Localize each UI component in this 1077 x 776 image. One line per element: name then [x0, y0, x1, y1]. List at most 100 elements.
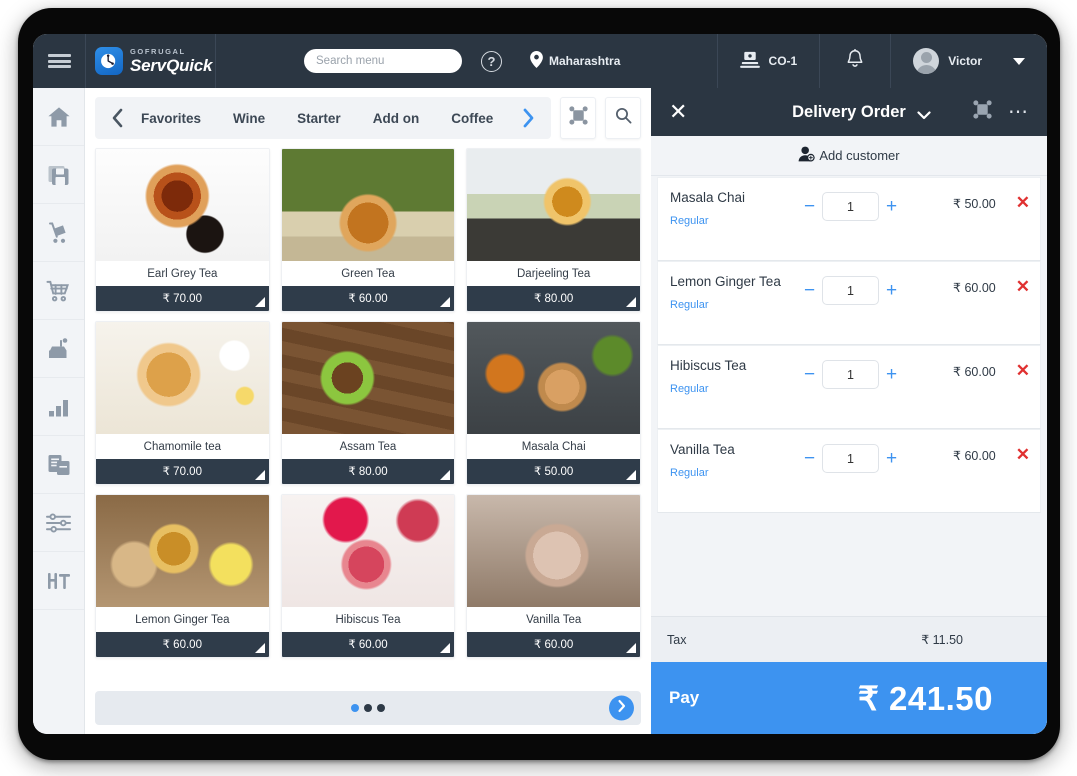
chevron-left-icon[interactable]	[107, 108, 129, 128]
menu-search-button[interactable]	[605, 97, 641, 139]
remove-item-icon[interactable]: ✕	[1016, 445, 1030, 465]
remove-item-icon[interactable]: ✕	[1016, 193, 1030, 213]
order-item-variant[interactable]: Regular	[670, 467, 798, 479]
product-name: Vanilla Tea	[467, 607, 640, 632]
brand-logo[interactable]: GOFRUGAL ServQuick	[85, 34, 216, 88]
tax-label: Tax	[667, 632, 687, 647]
product-image	[96, 322, 269, 434]
product-image	[467, 495, 640, 607]
product-tile[interactable]: Assam Tea ₹ 80.00	[280, 321, 456, 485]
sidebar-item-save[interactable]	[33, 146, 84, 204]
category-coffee[interactable]: Coffee	[435, 111, 509, 126]
counter-selector[interactable]: CO-1	[716, 34, 820, 88]
cash-register-icon	[47, 337, 71, 361]
page-dot-2[interactable]	[364, 704, 372, 712]
product-tile[interactable]: Hibiscus Tea ₹ 60.00	[280, 494, 456, 658]
product-tile[interactable]: Green Tea ₹ 60.00	[280, 148, 456, 312]
more-options-icon[interactable]: ⋯	[1008, 102, 1029, 122]
next-page-button[interactable]	[609, 695, 634, 721]
quantity-stepper: − +	[802, 360, 899, 389]
hamburger-icon[interactable]	[33, 34, 85, 88]
menu-area: Favorites Wine Starter Add on Coffee Ear…	[85, 88, 651, 734]
order-item-row: Masala Chai Regular − + ₹ 50.00 ✕	[657, 177, 1041, 261]
order-type-chevron-down-icon[interactable]	[917, 107, 931, 125]
add-customer-button[interactable]: Add customer	[651, 136, 1047, 176]
sidebar-item-documents[interactable]	[33, 436, 84, 494]
quantity-input[interactable]	[822, 276, 879, 305]
search-input[interactable]	[304, 49, 462, 73]
sidebar-item-settings[interactable]	[33, 494, 84, 552]
user-menu[interactable]: Victor	[890, 34, 1047, 88]
order-item-name: Lemon Ginger Tea	[670, 274, 781, 289]
help-icon[interactable]: ?	[481, 50, 502, 72]
clock-logo-icon	[95, 47, 123, 75]
sidebar-item-reports[interactable]	[33, 378, 84, 436]
sidebar-item-billing[interactable]	[33, 320, 84, 378]
plus-icon[interactable]: +	[884, 281, 899, 300]
close-icon[interactable]: ✕	[669, 101, 687, 123]
order-item-variant[interactable]: Regular	[670, 383, 798, 395]
avatar	[913, 48, 940, 74]
sidebar-item-cart[interactable]	[33, 262, 84, 320]
product-tile[interactable]: Masala Chai ₹ 50.00	[466, 321, 641, 485]
order-item-variant[interactable]: Regular	[670, 299, 798, 311]
category-favorites[interactable]: Favorites	[129, 111, 217, 126]
plus-icon[interactable]: +	[884, 365, 899, 384]
search-icon	[615, 107, 632, 129]
order-item-price: ₹ 60.00	[953, 365, 996, 379]
expand-menu-button[interactable]	[560, 97, 597, 139]
product-tile[interactable]: Lemon Ginger Tea ₹ 60.00	[95, 494, 270, 658]
minus-icon[interactable]: −	[802, 197, 817, 216]
order-item-info: Lemon Ginger Tea Regular	[670, 274, 798, 311]
product-name: Chamomile tea	[96, 434, 269, 459]
minus-icon[interactable]: −	[802, 365, 817, 384]
order-item-price: ₹ 60.00	[953, 449, 996, 463]
category-add-on[interactable]: Add on	[357, 111, 436, 126]
product-tile[interactable]: Vanilla Tea ₹ 60.00	[466, 494, 641, 658]
page-dot-1[interactable]	[351, 704, 359, 712]
product-image	[467, 322, 640, 434]
product-tile[interactable]: Earl Grey Tea ₹ 70.00	[95, 148, 270, 312]
bell-icon	[845, 48, 865, 73]
quantity-input[interactable]	[822, 192, 879, 221]
chevron-right-icon[interactable]	[517, 108, 539, 128]
home-icon	[47, 105, 71, 129]
product-price: ₹ 80.00	[467, 286, 640, 311]
order-item-row: Hibiscus Tea Regular − + ₹ 60.00 ✕	[657, 345, 1041, 429]
product-name: Darjeeling Tea	[467, 261, 640, 286]
product-price: ₹ 60.00	[96, 632, 269, 657]
remove-item-icon[interactable]: ✕	[1016, 277, 1030, 297]
page-dots	[351, 704, 385, 712]
product-price: ₹ 60.00	[281, 632, 455, 657]
notifications-button[interactable]	[819, 34, 890, 88]
pagination-bar	[95, 691, 641, 725]
minus-icon[interactable]: −	[802, 449, 817, 468]
plus-icon[interactable]: +	[884, 197, 899, 216]
quantity-input[interactable]	[822, 360, 879, 389]
product-tile[interactable]: Darjeeling Tea ₹ 80.00	[466, 148, 641, 312]
brand-top-label: GOFRUGAL	[130, 47, 186, 57]
order-item-name: Vanilla Tea	[670, 442, 735, 457]
plus-icon[interactable]: +	[884, 449, 899, 468]
order-item-info: Masala Chai Regular	[670, 190, 798, 227]
order-item-variant[interactable]: Regular	[670, 215, 798, 227]
category-starter[interactable]: Starter	[281, 111, 357, 126]
order-item-price: ₹ 60.00	[953, 281, 996, 295]
counter-label: CO-1	[768, 54, 798, 68]
remove-item-icon[interactable]: ✕	[1016, 361, 1030, 381]
sidebar-item-home[interactable]	[33, 88, 84, 146]
quantity-input[interactable]	[822, 444, 879, 473]
page-dot-3[interactable]	[377, 704, 385, 712]
pay-button[interactable]: Pay ₹ 241.50	[651, 662, 1047, 734]
minus-icon[interactable]: −	[802, 281, 817, 300]
product-tile[interactable]: Chamomile tea ₹ 70.00	[95, 321, 270, 485]
chevron-right-icon	[616, 699, 627, 717]
product-price: ₹ 70.00	[96, 459, 269, 484]
location-selector[interactable]: Maharashtra	[530, 51, 620, 71]
expand-icon[interactable]	[973, 100, 992, 124]
brand-name: ServQuick	[130, 55, 213, 75]
category-wine[interactable]: Wine	[217, 111, 281, 126]
quantity-stepper: − +	[802, 444, 899, 473]
sidebar-item-delivery[interactable]	[33, 204, 84, 262]
sidebar-item-tools[interactable]	[33, 552, 84, 610]
